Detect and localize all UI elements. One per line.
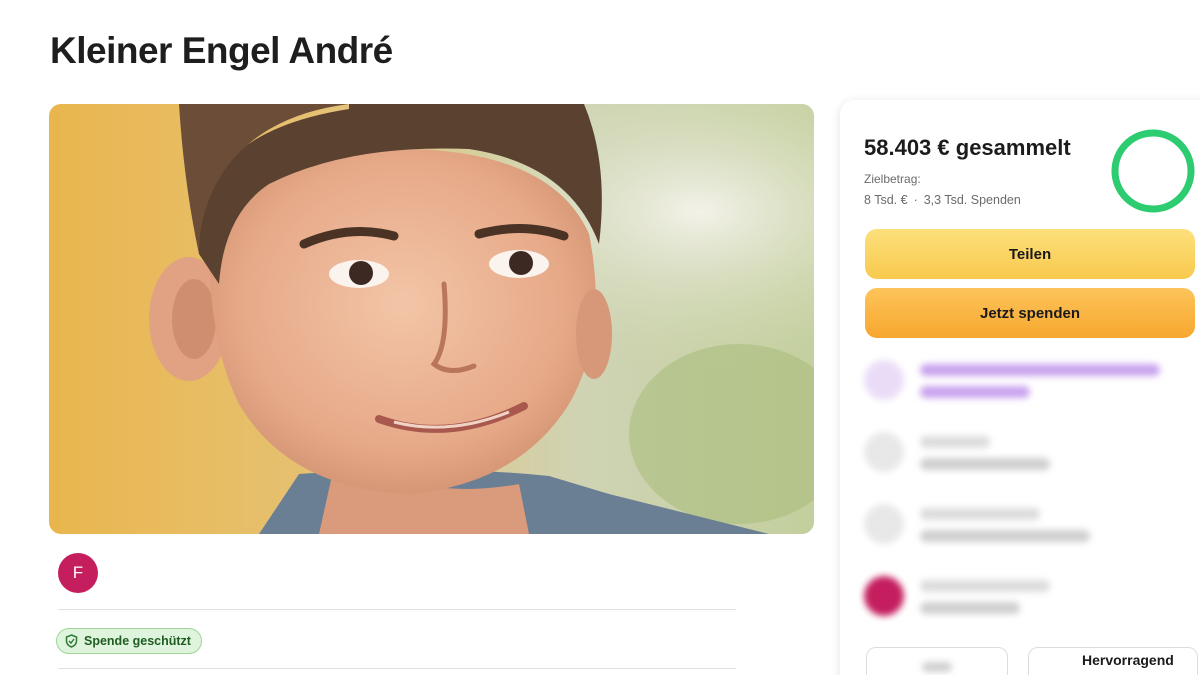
protected-label: Spende geschützt xyxy=(84,634,191,648)
shield-icon xyxy=(65,634,78,648)
donation-count: 3,3 Tsd. Spenden xyxy=(923,193,1021,207)
popular-label: Hervorragend xyxy=(1078,652,1178,668)
share-button[interactable]: Teilen xyxy=(865,229,1195,279)
divider xyxy=(58,668,736,669)
user-icon xyxy=(864,432,904,472)
donate-now-button[interactable]: Jetzt spenden xyxy=(865,288,1195,338)
tab-all[interactable] xyxy=(866,647,1008,675)
goal-amount: 8 Tsd. € xyxy=(864,193,908,207)
campaign-hero-image xyxy=(49,104,814,534)
page-title: Kleiner Engel André xyxy=(50,30,393,71)
avatar xyxy=(864,576,904,616)
organizer-avatar[interactable]: F xyxy=(58,553,98,593)
amount-raised: 58.403 € gesammelt xyxy=(864,135,1071,160)
separator: · xyxy=(913,193,918,207)
user-icon xyxy=(864,504,904,544)
donation-protected-badge: Spende geschützt xyxy=(56,628,202,654)
goal-label: Zielbetrag: xyxy=(864,172,921,186)
trend-icon xyxy=(864,360,904,400)
progress-ring xyxy=(1111,129,1195,213)
divider xyxy=(58,609,736,610)
goal-summary: 8 Tsd. € · 3,3 Tsd. Spenden xyxy=(864,193,1021,207)
